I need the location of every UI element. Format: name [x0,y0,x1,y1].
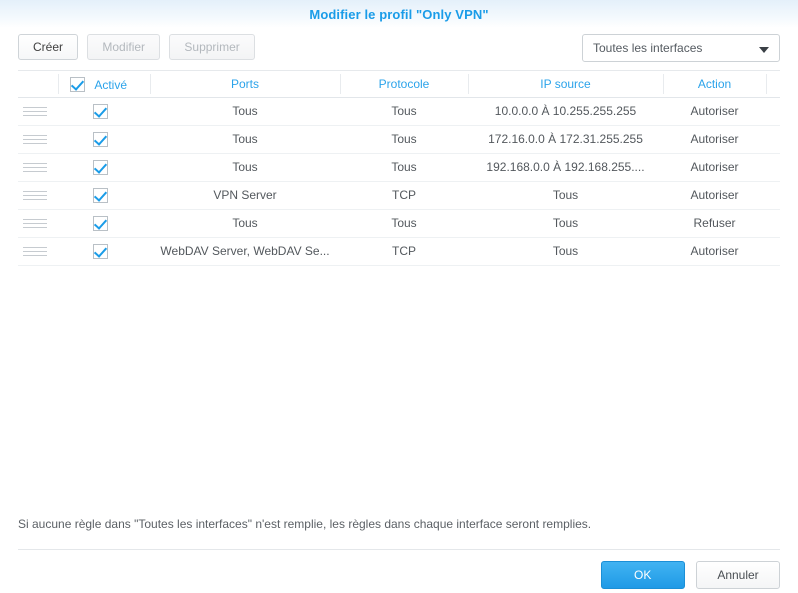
cell-ipsource: 172.16.0.0 À 172.31.255.255 [488,132,643,146]
cell-ports: Tous [232,160,258,174]
select-all-checkbox-group[interactable]: Activé [70,71,127,97]
rules-table: Activé Ports Protocole IP source Action … [18,70,780,503]
edit-button[interactable]: Modifier [87,34,161,60]
column-separator [58,74,59,94]
row-enabled-checkbox-cell[interactable] [70,126,130,153]
firewall-profile-dialog: Modifier le profil "Only VPN" Créer Modi… [0,0,798,593]
cell-action: Autoriser [690,160,739,174]
dialog-title-band: Modifier le profil "Only VPN" [0,0,798,28]
cell-action: Autoriser [690,104,739,118]
cell-ports: Tous [232,104,258,118]
create-button[interactable]: Créer [18,34,79,60]
dialog-footer: OK Annuler [593,561,780,589]
row-enabled-checkbox-cell[interactable] [70,210,130,237]
row-enabled-checkbox[interactable] [92,216,108,232]
interface-select-value: Toutes les interfaces [593,41,703,55]
row-enabled-checkbox[interactable] [92,188,108,204]
drag-handle-icon[interactable] [23,191,47,201]
page-title: Modifier le profil "Only VPN" [309,7,489,22]
table-header-row: Activé Ports Protocole IP source Action [18,71,780,98]
column-header-ports[interactable]: Ports [150,71,340,97]
row-enabled-checkbox[interactable] [92,244,108,260]
cell-protocol: Tous [391,160,417,174]
cell-action: Autoriser [690,244,739,258]
cell-ports: VPN Server [213,188,277,202]
row-enabled-checkbox[interactable] [92,104,108,120]
drag-handle-icon[interactable] [23,247,47,257]
cell-ports: Tous [232,216,258,230]
cell-action: Autoriser [690,132,739,146]
row-enabled-checkbox-cell[interactable] [70,98,130,125]
table-row[interactable]: Tous Tous 192.168.0.0 À 192.168.255.... Aut… [18,154,780,182]
table-row[interactable]: VPN Server TCP Tous Autoriser [18,182,780,210]
row-enabled-checkbox-cell[interactable] [70,154,130,181]
column-header-ipsource[interactable]: IP source [468,71,663,97]
toolbar: Créer Modifier Supprimer Toutes les inte… [18,34,780,62]
drag-handle-icon[interactable] [23,163,47,173]
interface-select[interactable]: Toutes les interfaces [582,34,780,62]
table-row[interactable]: Tous Tous 172.16.0.0 À 172.31.255.255 Autor… [18,126,780,154]
ok-button[interactable]: OK [600,561,685,589]
column-header-protocol[interactable]: Protocole [340,71,468,97]
select-all-checkbox[interactable] [70,77,85,93]
cell-action: Refuser [693,216,736,230]
cell-protocol: TCP [392,188,416,202]
footnote-text: Si aucune règle dans "Toutes les interfa… [18,517,592,531]
table-body: Tous Tous 10.0.0.0 À 10.255.255.255 Autoris… [18,98,780,504]
cell-ipsource: 192.168.0.0 À 192.168.255.... [486,160,645,174]
row-enabled-checkbox[interactable] [92,132,108,148]
cell-protocol: Tous [391,216,417,230]
drag-handle-icon[interactable] [23,219,47,229]
drag-handle-icon[interactable] [23,107,47,117]
drag-handle-icon[interactable] [23,135,47,145]
cell-protocol: TCP [392,244,416,258]
chevron-down-icon [759,47,769,53]
cell-protocol: Tous [391,104,417,118]
column-separator [766,74,767,94]
footer-divider [18,549,780,550]
cell-ipsource: Tous [552,216,579,230]
row-enabled-checkbox-cell[interactable] [70,238,130,265]
cell-ports: Tous [232,132,258,146]
delete-button[interactable]: Supprimer [169,34,255,60]
table-row[interactable]: WebDAV Server, WebDAV Se... TCP Tous Autori… [18,238,780,266]
cancel-button[interactable]: Annuler [696,561,780,589]
row-enabled-checkbox-cell[interactable] [70,182,130,209]
cell-ports: WebDAV Server, WebDAV Se... [160,244,330,258]
column-header-enabled: Activé [94,77,128,92]
table-row[interactable]: Tous Tous Tous Refuser [18,210,780,238]
cell-protocol: Tous [391,132,417,146]
row-enabled-checkbox[interactable] [92,160,108,176]
cell-ipsource: Tous [552,188,579,202]
cell-action: Autoriser [690,188,739,202]
table-row[interactable]: Tous Tous 10.0.0.0 À 10.255.255.255 Autoris… [18,98,780,126]
cell-ipsource: Tous [552,244,579,258]
cell-ipsource: 10.0.0.0 À 10.255.255.255 [494,104,637,118]
column-header-action[interactable]: Action [663,71,766,97]
